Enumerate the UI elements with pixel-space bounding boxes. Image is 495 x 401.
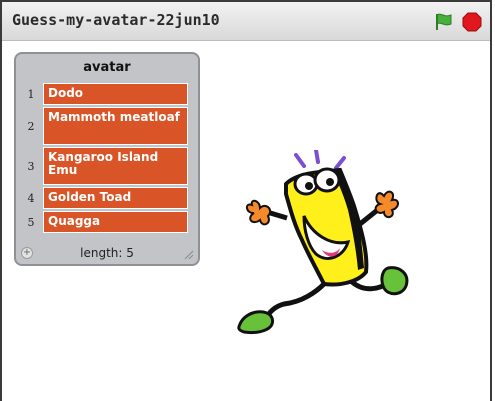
- list-item-value[interactable]: Golden Toad: [43, 187, 188, 209]
- list-title: avatar: [83, 60, 131, 75]
- green-flag-icon[interactable]: [434, 13, 454, 31]
- cartoon-character-sprite[interactable]: [232, 150, 422, 340]
- stop-sign-icon[interactable]: [462, 12, 482, 32]
- list-item-value[interactable]: Dodo: [43, 83, 188, 105]
- project-title: Guess-my-avatar-22jun10: [12, 11, 220, 29]
- list-item-index: 3: [27, 160, 35, 173]
- list-item-index: 2: [27, 120, 35, 133]
- resize-grip-icon[interactable]: [182, 248, 194, 260]
- list-item-index: 4: [27, 192, 35, 205]
- foot: [237, 310, 275, 334]
- hand: [374, 190, 399, 218]
- list-length: length: 5: [80, 246, 134, 260]
- list-item-value[interactable]: Quagga: [43, 211, 188, 233]
- list-item-index: 1: [27, 88, 35, 101]
- list-item-value[interactable]: Mammoth meatloaf: [43, 107, 188, 145]
- title-bar: Guess-my-avatar-22jun10: [2, 2, 490, 41]
- hand: [246, 199, 272, 226]
- foot: [380, 266, 409, 296]
- excitement-lines: [294, 150, 346, 170]
- list-item-index: 5: [27, 216, 35, 229]
- list-item-value[interactable]: Kangaroo Island Emu: [43, 147, 188, 185]
- list-watcher-avatar[interactable]: avatar 1 Dodo 2 Mammoth meatloaf 3 Kanga…: [14, 52, 200, 266]
